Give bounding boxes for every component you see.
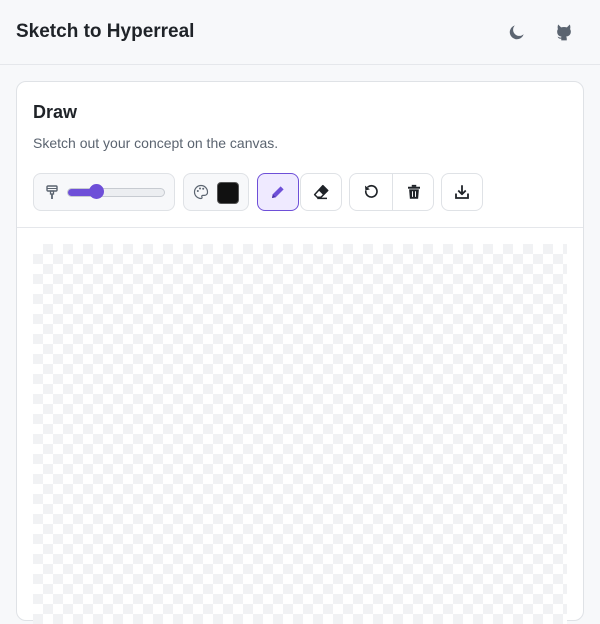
palette-icon: [193, 184, 209, 200]
undo-icon: [364, 184, 378, 198]
eraser-tool-button[interactable]: [300, 173, 342, 211]
download-button[interactable]: [441, 173, 483, 211]
brush-size-slider[interactable]: [67, 188, 165, 197]
app-header: Sketch to Hyperreal: [0, 0, 600, 65]
brush-size-control: [33, 173, 175, 211]
github-icon: [557, 24, 571, 41]
trash-icon: [407, 184, 420, 199]
github-link-button[interactable]: [552, 20, 576, 44]
brush-size-icon: [46, 185, 58, 199]
moon-icon: [509, 25, 524, 40]
panel-title: Draw: [33, 102, 78, 122]
download-icon: [455, 185, 469, 199]
theme-toggle-button[interactable]: [505, 20, 529, 44]
eraser-icon: [313, 184, 329, 200]
toolbar-divider: [17, 227, 583, 228]
undo-button[interactable]: [350, 174, 392, 210]
pencil-icon: [272, 186, 284, 198]
drawing-canvas[interactable]: [33, 244, 567, 624]
color-control: [183, 173, 249, 211]
pencil-tool-button[interactable]: [257, 173, 299, 211]
history-controls: [349, 173, 434, 211]
panel-description: Sketch out your concept on the canvas.: [33, 135, 279, 151]
draw-panel: Draw Sketch out your concept on the canv…: [16, 81, 584, 624]
app-title: Sketch to Hyperreal: [16, 21, 195, 42]
clear-canvas-button[interactable]: [392, 174, 434, 210]
color-swatch[interactable]: [217, 182, 239, 204]
